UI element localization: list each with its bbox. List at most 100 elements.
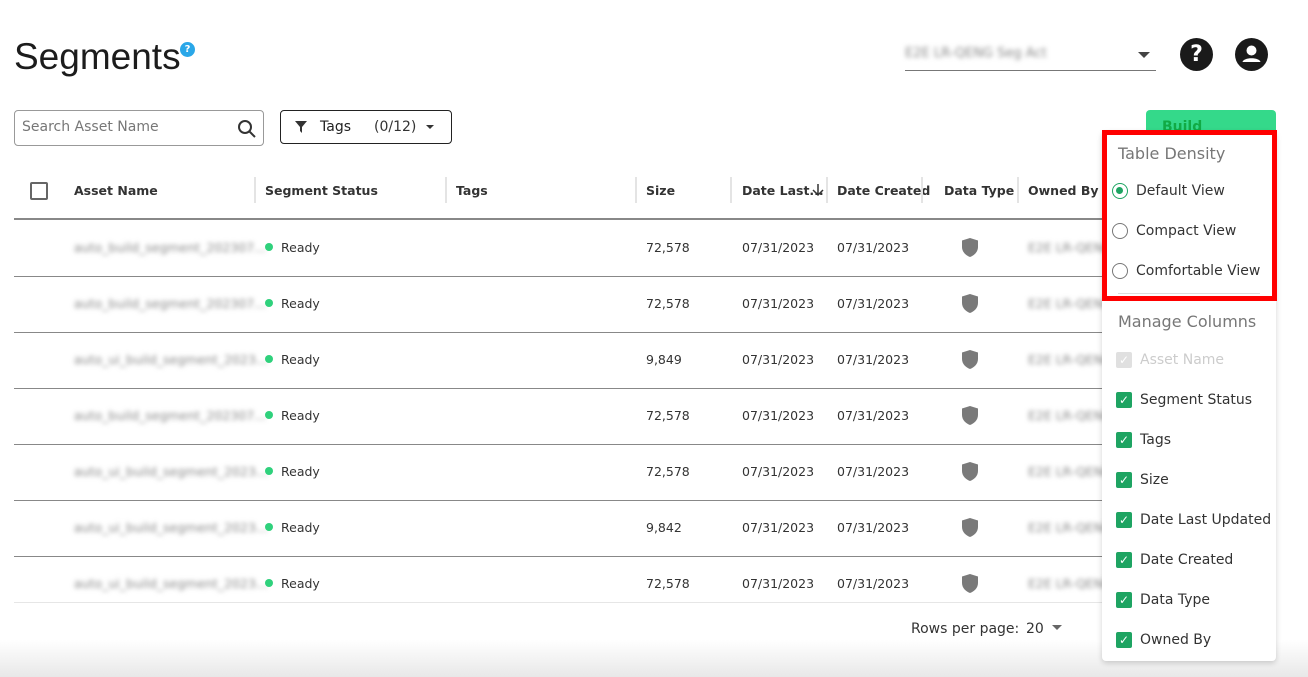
row-divider	[14, 444, 1104, 445]
asset-name-cell[interactable]: auto_ui_build_segment_2023...	[74, 352, 268, 367]
column-header-segment-status[interactable]: Segment Status	[265, 183, 378, 198]
asset-name-cell[interactable]: auto_ui_build_segment_2023...	[74, 576, 268, 591]
date-created-cell: 07/31/2023	[837, 240, 910, 255]
status-cell: Ready	[265, 296, 320, 311]
column-divider[interactable]	[254, 177, 256, 203]
owner-cell: E2E LR-QENG	[1028, 576, 1113, 591]
column-toggle[interactable]: ✓ Date Created	[1116, 552, 1233, 568]
column-toggle-label: Date Last Updated	[1140, 512, 1272, 528]
date-updated-cell: 07/31/2023	[742, 240, 815, 255]
status-text: Ready	[281, 408, 320, 423]
filter-icon	[295, 121, 307, 133]
asset-name-cell[interactable]: auto_build_segment_202307...	[74, 296, 266, 311]
account-selector-value: E2E LR-QENG Seg Act	[905, 46, 1047, 61]
rows-per-page-select[interactable]: 20	[1026, 621, 1062, 637]
search-icon[interactable]	[237, 119, 257, 139]
sort-descending-icon[interactable]	[812, 183, 824, 197]
date-updated-cell: 07/31/2023	[742, 352, 815, 367]
asset-name-cell[interactable]: auto_ui_build_segment_2023...	[74, 464, 268, 479]
shield-icon	[962, 350, 978, 373]
search-field[interactable]	[14, 110, 264, 146]
select-all-checkbox[interactable]	[30, 182, 48, 200]
row-divider	[14, 332, 1104, 333]
date-updated-cell: 07/31/2023	[742, 576, 815, 591]
column-toggle[interactable]: ✓ Date Last Updated	[1116, 512, 1271, 528]
checkbox-checked-icon: ✓	[1116, 352, 1132, 368]
status-cell: Ready	[265, 576, 320, 591]
asset-name-cell[interactable]: auto_build_segment_202307...	[74, 240, 266, 255]
column-header-size[interactable]: Size	[646, 183, 675, 198]
status-text: Ready	[281, 352, 320, 367]
status-dot-icon	[265, 299, 273, 307]
column-divider[interactable]	[635, 177, 637, 203]
shield-icon	[962, 238, 978, 261]
header-divider	[14, 218, 1104, 220]
column-header-date-created[interactable]: Date Created	[837, 183, 930, 198]
column-toggle-label: Data Type	[1140, 592, 1211, 608]
column-divider[interactable]	[1017, 177, 1019, 203]
column-header-asset-name[interactable]: Asset Name	[74, 183, 158, 198]
table-bottom-border	[14, 602, 1104, 603]
column-toggle[interactable]: ✓ Size	[1116, 472, 1169, 488]
shield-icon	[962, 406, 978, 429]
column-toggle-label: Asset Name	[1140, 352, 1225, 368]
highlight-box	[1102, 130, 1277, 301]
asset-name-cell[interactable]: auto_build_segment_202307...	[74, 408, 266, 423]
status-cell: Ready	[265, 520, 320, 535]
status-text: Ready	[281, 240, 320, 255]
status-text: Ready	[281, 296, 320, 311]
rows-per-page-value: 20	[1026, 621, 1044, 637]
column-header-data-type[interactable]: Data Type	[944, 183, 1014, 198]
status-dot-icon	[265, 355, 273, 363]
column-toggle-label: Segment Status	[1140, 392, 1253, 408]
owner-cell: E2E LR-QENG	[1028, 408, 1113, 423]
status-cell: Ready	[265, 352, 320, 367]
tags-filter-button[interactable]: Tags (0/12)	[280, 110, 452, 144]
checkbox-checked-icon[interactable]: ✓	[1116, 512, 1132, 528]
asset-name-cell[interactable]: auto_ui_build_segment_2023...	[74, 520, 268, 535]
account-selector[interactable]: E2E LR-QENG Seg Act	[905, 40, 1156, 71]
date-created-cell: 07/31/2023	[837, 408, 910, 423]
status-dot-icon	[265, 411, 273, 419]
tags-filter-label: Tags	[320, 119, 351, 135]
column-toggle: ✓ Asset Name	[1116, 352, 1224, 368]
row-divider	[14, 556, 1104, 557]
checkbox-checked-icon[interactable]: ✓	[1116, 632, 1132, 648]
row-divider	[14, 500, 1104, 501]
checkbox-checked-icon[interactable]: ✓	[1116, 472, 1132, 488]
status-text: Ready	[281, 464, 320, 479]
column-divider[interactable]	[826, 177, 828, 203]
tags-filter-count: (0/12)	[374, 119, 417, 135]
column-divider[interactable]	[921, 177, 923, 203]
help-icon[interactable]: ?	[1180, 38, 1213, 71]
size-cell: 9,849	[646, 352, 682, 367]
column-toggle[interactable]: ✓ Owned By	[1116, 632, 1211, 648]
checkbox-checked-icon[interactable]: ✓	[1116, 592, 1132, 608]
caret-down-icon	[1051, 625, 1062, 630]
date-created-cell: 07/31/2023	[837, 520, 910, 535]
column-toggle[interactable]: ✓ Tags	[1116, 432, 1171, 448]
size-cell: 72,578	[646, 464, 690, 479]
checkbox-checked-icon[interactable]: ✓	[1116, 432, 1132, 448]
checkbox-checked-icon[interactable]: ✓	[1116, 392, 1132, 408]
column-header-owned-by[interactable]: Owned By	[1028, 183, 1099, 198]
search-input[interactable]	[22, 119, 222, 135]
date-created-cell: 07/31/2023	[837, 352, 910, 367]
owner-cell: E2E LR-QENG	[1028, 296, 1113, 311]
status-text: Ready	[281, 520, 320, 535]
column-toggle[interactable]: ✓ Segment Status	[1116, 392, 1252, 408]
column-toggle-label: Tags	[1140, 432, 1171, 448]
date-updated-cell: 07/31/2023	[742, 408, 815, 423]
column-divider[interactable]	[445, 177, 447, 203]
owner-cell: E2E LR-QENG	[1028, 240, 1113, 255]
column-toggle[interactable]: ✓ Data Type	[1116, 592, 1210, 608]
help-badge-icon[interactable]: ?	[180, 42, 195, 57]
status-cell: Ready	[265, 464, 320, 479]
date-updated-cell: 07/31/2023	[742, 296, 815, 311]
user-account-icon[interactable]	[1235, 38, 1268, 71]
owner-cell: E2E LR-QENG	[1028, 520, 1113, 535]
column-divider[interactable]	[730, 177, 732, 203]
column-toggle-label: Size	[1140, 472, 1169, 488]
column-header-tags[interactable]: Tags	[456, 183, 488, 198]
checkbox-checked-icon[interactable]: ✓	[1116, 552, 1132, 568]
